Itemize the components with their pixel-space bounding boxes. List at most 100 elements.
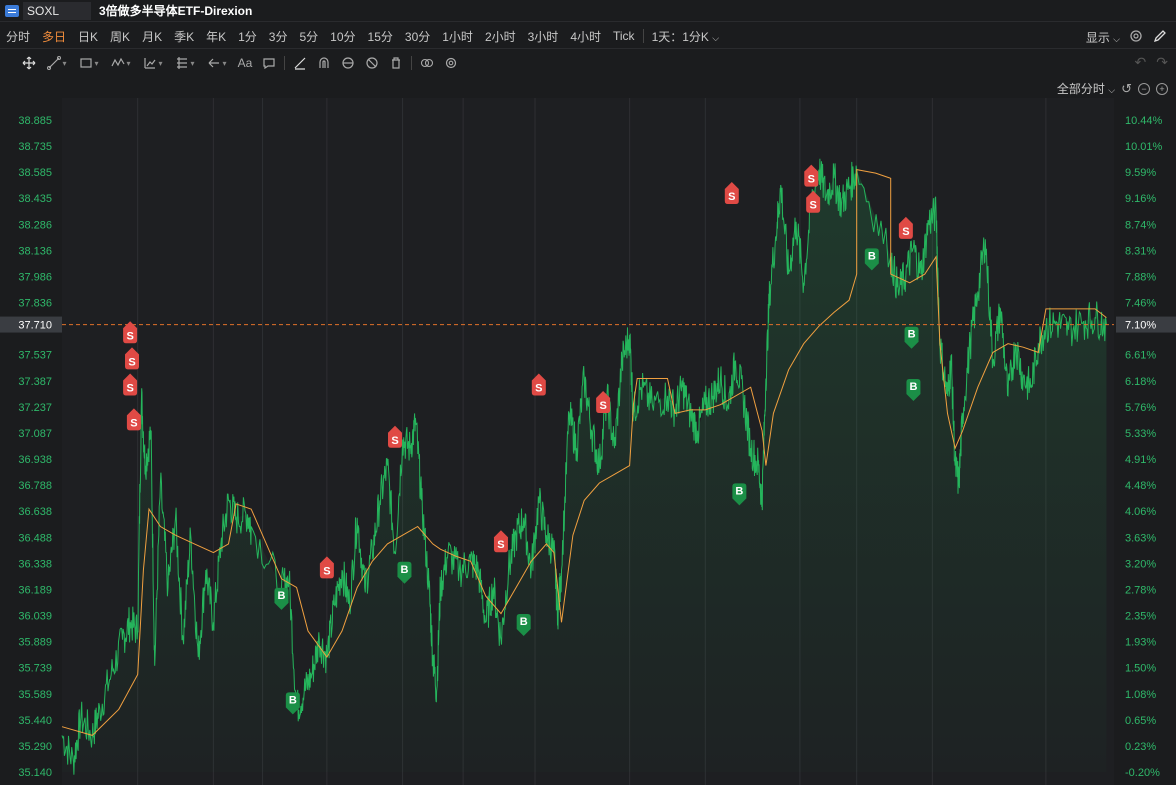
period-tab[interactable]: 1小时 bbox=[436, 28, 479, 45]
chevron-down-icon: ⌵ bbox=[712, 32, 720, 43]
app-menu-icon[interactable] bbox=[5, 4, 19, 17]
buy-marker-label: B bbox=[735, 485, 743, 497]
period-tab[interactable]: 3分 bbox=[263, 28, 294, 45]
y-axis-tick-right: 4.06% bbox=[1125, 506, 1156, 518]
y-axis-tick-left: 38.735 bbox=[18, 141, 52, 153]
chart-view-controls: 全部分时 ⌵ ↺ − + bbox=[1057, 80, 1168, 97]
lock-drawing-icon[interactable] bbox=[337, 53, 359, 73]
y-axis-tick-right: 4.91% bbox=[1125, 454, 1156, 466]
compare-icon[interactable] bbox=[416, 53, 438, 73]
drawing-settings-icon[interactable] bbox=[440, 53, 462, 73]
reset-icon[interactable]: ↺ bbox=[1121, 81, 1132, 97]
buy-marker-label: B bbox=[400, 564, 408, 576]
trendline-tool-icon[interactable]: ▾ bbox=[42, 53, 72, 73]
period-setting-dropdown[interactable]: 1天：1分K ⌵ bbox=[646, 28, 726, 45]
period-tab[interactable]: 10分 bbox=[324, 28, 361, 45]
zoom-in-icon[interactable]: + bbox=[1156, 82, 1168, 95]
period-tab[interactable]: 2小时 bbox=[479, 28, 522, 45]
y-axis-tick-right: 7.46% bbox=[1125, 298, 1156, 310]
period-tab[interactable]: 1分 bbox=[232, 28, 263, 45]
y-axis-tick-left: 35.440 bbox=[18, 715, 52, 727]
comment-tool-icon[interactable] bbox=[258, 53, 280, 73]
y-axis-tick-left: 38.585 bbox=[18, 167, 52, 179]
y-axis-tick-left: 36.488 bbox=[18, 532, 52, 544]
y-axis-tick-right: 5.33% bbox=[1125, 428, 1156, 440]
pencil-icon[interactable] bbox=[1152, 28, 1168, 47]
symbol-input[interactable]: SOXL bbox=[23, 1, 91, 20]
sell-marker-label: S bbox=[902, 226, 909, 238]
buy-marker-label: B bbox=[909, 381, 917, 393]
y-axis-tick-left: 36.338 bbox=[18, 558, 52, 570]
y-axis-tick-right: 8.74% bbox=[1125, 219, 1156, 231]
y-axis-tick-right: 1.93% bbox=[1125, 637, 1156, 649]
period-tab[interactable]: 日K bbox=[72, 28, 104, 45]
period-tab[interactable]: 3小时 bbox=[522, 28, 565, 45]
y-axis-tick-right: 7.88% bbox=[1125, 271, 1156, 283]
y-axis-tick-right: 3.63% bbox=[1125, 532, 1156, 544]
chart-canvas[interactable]: 38.885 10.44% 38.735 10.01% 38.585 9.59% 38.43… bbox=[0, 78, 1176, 785]
y-axis-tick-left: 38.136 bbox=[18, 245, 52, 257]
arrow-tool-icon[interactable]: ▾ bbox=[202, 53, 232, 73]
period-tab[interactable]: 多日 bbox=[36, 28, 72, 45]
y-axis-tick-left: 36.189 bbox=[18, 584, 52, 596]
period-tab[interactable]: 15分 bbox=[362, 28, 399, 45]
trash-icon[interactable] bbox=[385, 53, 407, 73]
buy-marker-label: B bbox=[289, 694, 297, 706]
sell-marker-label: S bbox=[126, 330, 133, 342]
period-tab[interactable]: 30分 bbox=[399, 28, 436, 45]
period-tab[interactable]: 年K bbox=[200, 28, 232, 45]
sell-marker-label: S bbox=[497, 539, 504, 551]
period-tab[interactable]: Tick bbox=[607, 29, 641, 43]
move-cursor-icon[interactable] bbox=[18, 53, 40, 73]
hide-drawing-icon[interactable] bbox=[361, 53, 383, 73]
y-axis-tick-right: 9.59% bbox=[1125, 167, 1156, 179]
y-axis-tick-left: 35.889 bbox=[18, 637, 52, 649]
period-tab[interactable]: 5分 bbox=[293, 28, 324, 45]
period-tab[interactable]: 周K bbox=[104, 28, 136, 45]
sell-marker-label: S bbox=[323, 565, 330, 577]
y-axis-tick-right: 6.61% bbox=[1125, 350, 1156, 362]
period-toolbar-right: 显示 ⌵ bbox=[1086, 28, 1168, 47]
fibonacci-tool-icon[interactable]: ▾ bbox=[170, 53, 200, 73]
y-axis-tick-right: 6.18% bbox=[1125, 376, 1156, 388]
period-toolbar: 分时 多日 日K 周K 月K 季K 年K 1分 3分 5分 10分 15分 30分 1小时 2小时 3小时 4小… bbox=[0, 24, 1176, 49]
y-axis-tick-right: 1.50% bbox=[1125, 663, 1156, 675]
measure-tool-icon[interactable]: ▾ bbox=[138, 53, 168, 73]
security-title: 3倍做多半导体ETF-Direxion bbox=[99, 4, 253, 18]
sell-marker-label: S bbox=[391, 435, 398, 447]
price-chart[interactable]: 38.885 10.44% 38.735 10.01% 38.585 9.59% 38.43… bbox=[0, 78, 1176, 785]
y-axis-tick-right: 0.65% bbox=[1125, 715, 1156, 727]
y-axis-tick-left: 37.237 bbox=[18, 402, 52, 414]
y-axis-tick-left: 35.739 bbox=[18, 663, 52, 675]
y-axis-tick-right: 10.44% bbox=[1125, 115, 1163, 127]
toolbar-divider bbox=[284, 56, 285, 70]
sell-marker-label: S bbox=[130, 417, 137, 429]
period-divider bbox=[642, 29, 644, 43]
wave-tool-icon[interactable]: ▾ bbox=[106, 53, 136, 73]
buy-marker-label: B bbox=[278, 590, 286, 602]
current-pct-label: 7.10% bbox=[1125, 320, 1156, 332]
sell-marker-label: S bbox=[728, 191, 735, 203]
y-axis-tick-right: 2.78% bbox=[1125, 584, 1156, 596]
magnet-icon[interactable] bbox=[313, 53, 335, 73]
period-tab[interactable]: 月K bbox=[136, 28, 168, 45]
line-tool-icon[interactable] bbox=[289, 53, 311, 73]
view-mode-dropdown[interactable]: 全部分时 ⌵ bbox=[1057, 80, 1115, 97]
gear-icon[interactable] bbox=[1128, 28, 1144, 47]
undo-icon[interactable]: ↶ bbox=[1135, 54, 1147, 71]
y-axis-tick-left: 37.387 bbox=[18, 376, 52, 388]
period-tab[interactable]: 季K bbox=[168, 28, 200, 45]
period-tab[interactable]: 分时 bbox=[0, 28, 36, 45]
toolbar-divider bbox=[411, 56, 412, 70]
y-axis-tick-left: 38.885 bbox=[18, 115, 52, 127]
sell-marker-label: S bbox=[808, 174, 815, 186]
zoom-out-icon[interactable]: − bbox=[1138, 82, 1150, 95]
display-menu[interactable]: 显示 ⌵ bbox=[1086, 29, 1120, 46]
period-list: 分时 多日 日K 周K 月K 季K 年K 1分 3分 5分 10分 15分 30分 1小时 2小时 3小时 4小… bbox=[0, 28, 641, 45]
text-tool-icon[interactable]: Aa bbox=[234, 53, 256, 73]
sell-marker-label: S bbox=[599, 400, 606, 412]
redo-icon[interactable]: ↷ bbox=[1156, 54, 1168, 71]
y-axis-tick-right: 10.01% bbox=[1125, 141, 1163, 153]
period-tab[interactable]: 4小时 bbox=[564, 28, 607, 45]
rectangle-tool-icon[interactable]: ▾ bbox=[74, 53, 104, 73]
